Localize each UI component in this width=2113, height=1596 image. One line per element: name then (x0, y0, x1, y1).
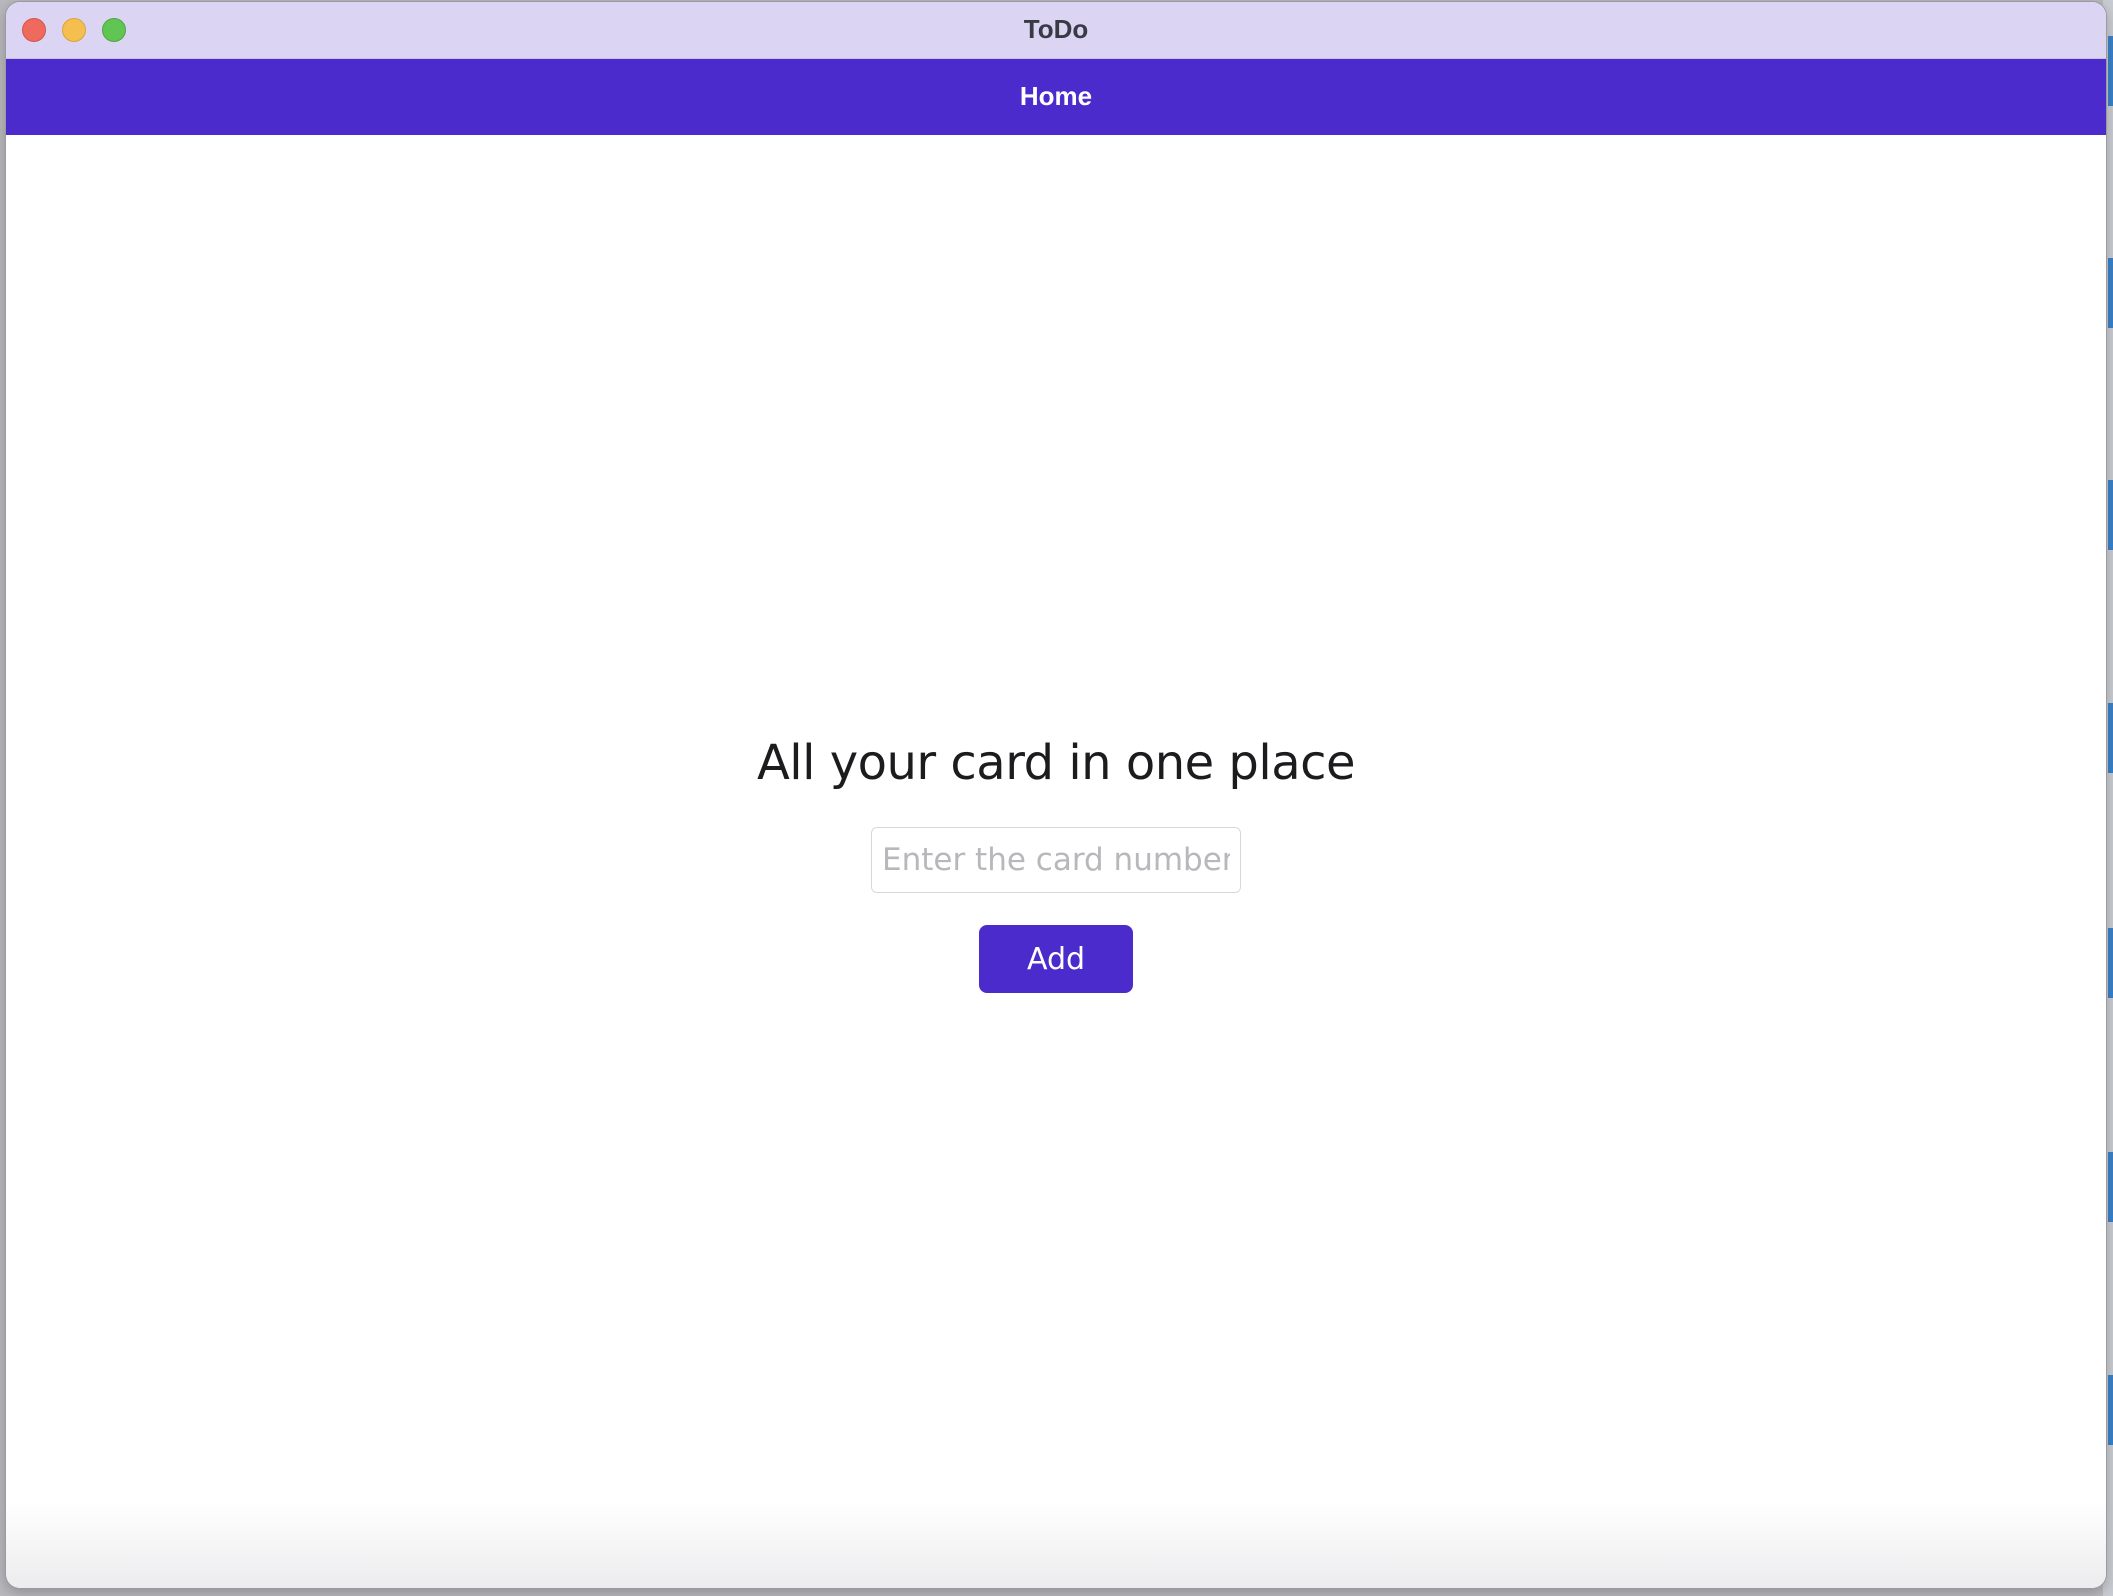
page-heading: All your card in one place (756, 735, 1356, 791)
add-button[interactable]: Add (979, 925, 1133, 993)
desktop-item (2108, 928, 2113, 998)
desktop-item (2108, 36, 2113, 106)
desktop-item (2108, 703, 2113, 773)
desktop-item (2108, 258, 2113, 328)
main-content: All your card in one place Add (6, 135, 2106, 1588)
window-titlebar[interactable]: ToDo (6, 2, 2106, 59)
window-title: ToDo (1023, 14, 1089, 44)
app-window: ToDo Home All your card in one place Add (6, 2, 2106, 1588)
navigation-bar: Home (6, 59, 2106, 135)
desktop-item (2108, 1375, 2113, 1445)
card-number-input[interactable] (871, 827, 1241, 893)
desktop-item (2108, 1152, 2113, 1222)
desktop-item (2108, 480, 2113, 550)
nav-title: Home (1019, 81, 1093, 111)
